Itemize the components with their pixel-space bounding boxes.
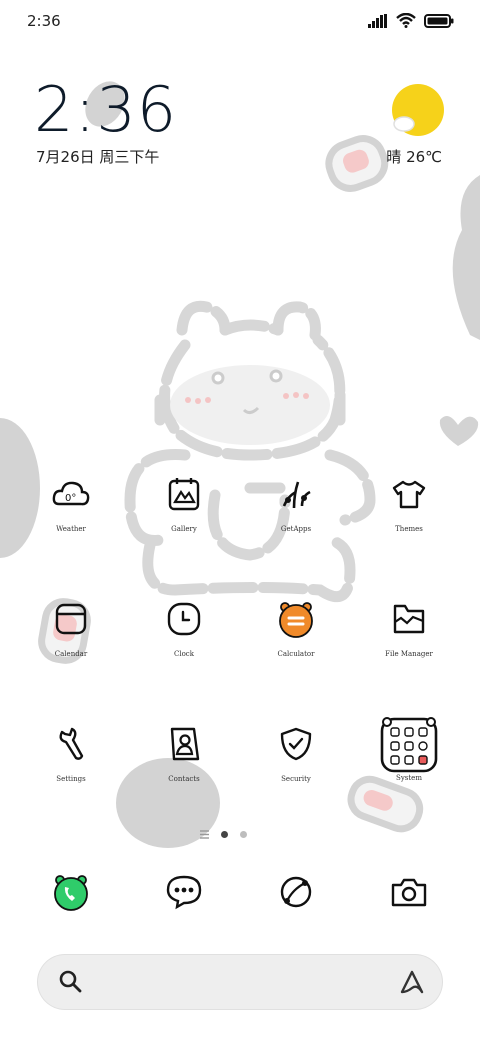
getapps-icon [274,472,318,516]
app-settings[interactable]: Settings [16,722,126,783]
app-system-folder[interactable]: System [354,714,464,782]
app-weather[interactable]: 0° Weather [16,472,126,533]
contacts-icon [162,722,206,766]
app-security[interactable]: Security [241,722,351,783]
weather-icon-text: 0° [65,493,76,504]
app-label: Settings [56,775,86,783]
settings-icon [49,722,93,766]
app-label: Clock [174,650,194,658]
app-label: System [396,774,422,782]
gallery-icon [162,472,206,516]
app-calculator[interactable]: Calculator [241,597,351,658]
app-label: Themes [395,525,423,533]
app-label: File Manager [385,650,433,658]
app-gallery[interactable]: Gallery [129,472,239,533]
page-dot-active [221,831,228,838]
page-dot [240,831,247,838]
dock-browser[interactable] [274,870,318,914]
app-label: Calendar [54,650,88,658]
page-indicator[interactable] [200,830,247,839]
weather-widget-temp[interactable]: 晴 26℃ [386,146,442,167]
app-label: Contacts [168,775,200,783]
app-getapps[interactable]: GetApps [241,472,351,533]
app-label: Calculator [277,650,315,658]
messages-icon [166,875,202,910]
search-bar[interactable] [38,955,442,1009]
search-icon [59,970,82,993]
app-label: Gallery [171,525,197,533]
app-clock[interactable]: Clock [129,597,239,658]
dock-messages[interactable] [162,870,206,914]
file-manager-icon [387,597,431,641]
clock-icon [162,597,206,641]
dock-camera[interactable] [387,870,431,914]
security-icon [274,722,318,766]
app-label: Security [281,775,311,783]
themes-icon [387,472,431,516]
weather-icon: 0° [49,472,93,516]
system-folder-icon [379,714,439,774]
app-themes[interactable]: Themes [354,472,464,533]
list-menu-icon [200,830,209,839]
app-calendar[interactable]: Calendar [16,597,126,658]
app-label: GetApps [280,525,312,533]
clock-widget-date: 7月26日 周三下午 [36,148,160,166]
calculator-icon [274,597,318,641]
app-file-manager[interactable]: File Manager [354,597,464,658]
browser-icon [280,876,312,908]
app-label: Weather [56,525,86,533]
phone-icon [54,875,88,911]
camera-icon [391,878,427,907]
calendar-icon [49,597,93,641]
assistant-icon[interactable] [398,968,426,996]
app-contacts[interactable]: Contacts [129,722,239,783]
dock-phone[interactable] [49,870,93,914]
clock-widget-time[interactable]: 2:36 [34,76,177,144]
